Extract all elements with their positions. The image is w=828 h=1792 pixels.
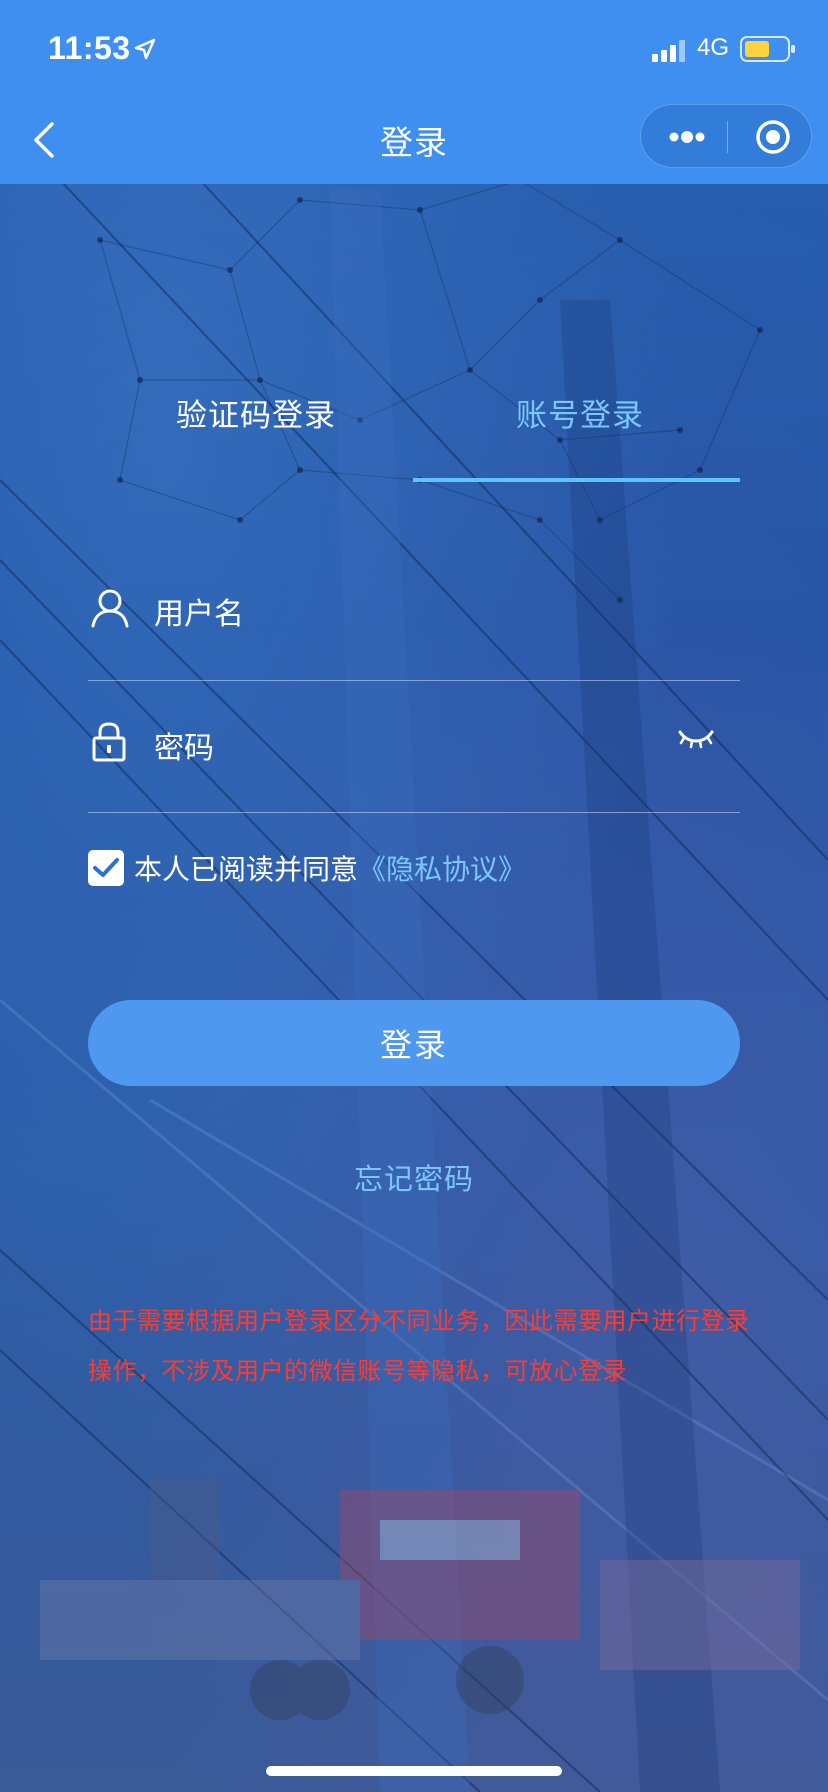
agree-statement: 本人已阅读并同意《隐私协议》	[134, 848, 526, 888]
password-underline	[88, 812, 740, 813]
password-input[interactable]	[154, 726, 654, 770]
background-image	[0, 0, 828, 1792]
tab-sms-login[interactable]: 验证码登录	[176, 390, 336, 435]
login-button[interactable]: 登录	[88, 1000, 740, 1086]
tab-account-login[interactable]: 账号登录	[516, 390, 644, 435]
miniprogram-capsule	[640, 104, 812, 168]
username-input[interactable]	[154, 592, 654, 636]
close-target-icon[interactable]	[755, 119, 791, 155]
forgot-password-link[interactable]: 忘记密码	[0, 1156, 828, 1198]
network-type: 4G	[697, 34, 730, 61]
agree-label: 本人已阅读并同意	[134, 853, 359, 886]
battery-icon	[740, 36, 795, 62]
nav-bar: 11:53 4G 登录	[0, 0, 828, 184]
home-indicator	[266, 1766, 562, 1776]
location-arrow-icon	[134, 38, 156, 60]
capsule-divider	[727, 121, 728, 153]
username-underline	[88, 680, 740, 681]
agree-checkbox[interactable]	[88, 850, 124, 886]
eye-closed-icon[interactable]	[676, 726, 716, 754]
tab-active-indicator	[413, 478, 740, 482]
signal-icon	[652, 40, 685, 62]
user-icon	[91, 589, 129, 628]
lock-icon	[92, 722, 126, 762]
more-icon[interactable]	[665, 123, 709, 151]
login-notice: 由于需要根据用户登录区分不同业务，因此需要用户进行登录操作，不涉及用户的微信账号…	[88, 1307, 750, 1385]
status-time: 11:53	[48, 30, 131, 66]
privacy-policy-link[interactable]: 《隐私协议》	[358, 853, 526, 886]
checkmark-icon	[93, 858, 119, 877]
